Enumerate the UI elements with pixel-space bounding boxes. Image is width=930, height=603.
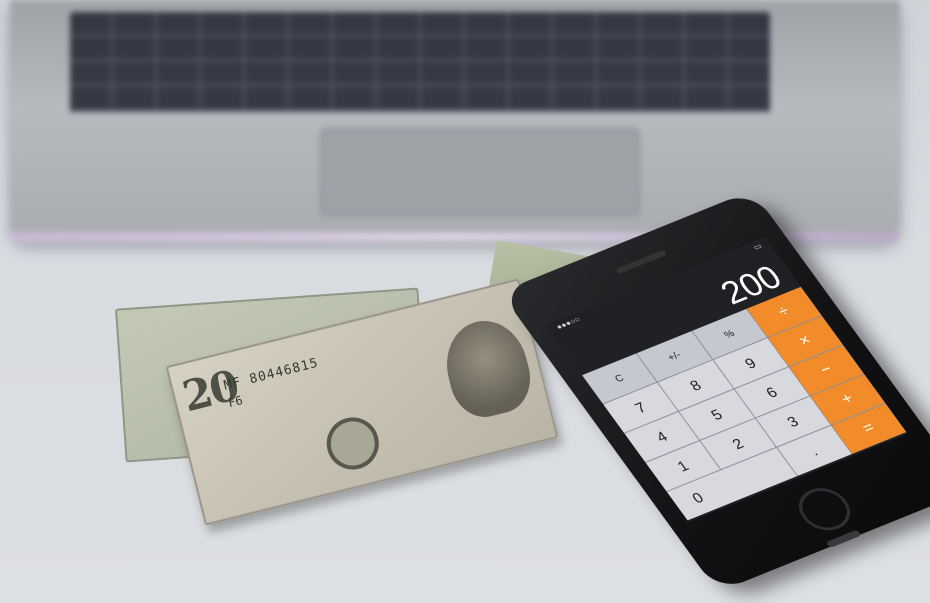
lightning-port [825, 529, 862, 549]
laptop [0, 0, 930, 250]
photo-scene: 20 MF 80446815 F6 ●●●○○ ▭ 200 C +/-% ÷ 7 8 9 ×… [0, 0, 930, 603]
laptop-deck [10, 0, 900, 238]
bill-seal-icon [321, 411, 385, 475]
laptop-trackpad [320, 128, 640, 216]
battery-icon: ▭ [751, 241, 764, 252]
earpiece [615, 249, 668, 275]
bill-portrait [437, 312, 538, 424]
bill-serial: MF 80446815 [222, 355, 321, 394]
home-button[interactable] [789, 481, 860, 538]
laptop-keyboard [70, 12, 770, 112]
